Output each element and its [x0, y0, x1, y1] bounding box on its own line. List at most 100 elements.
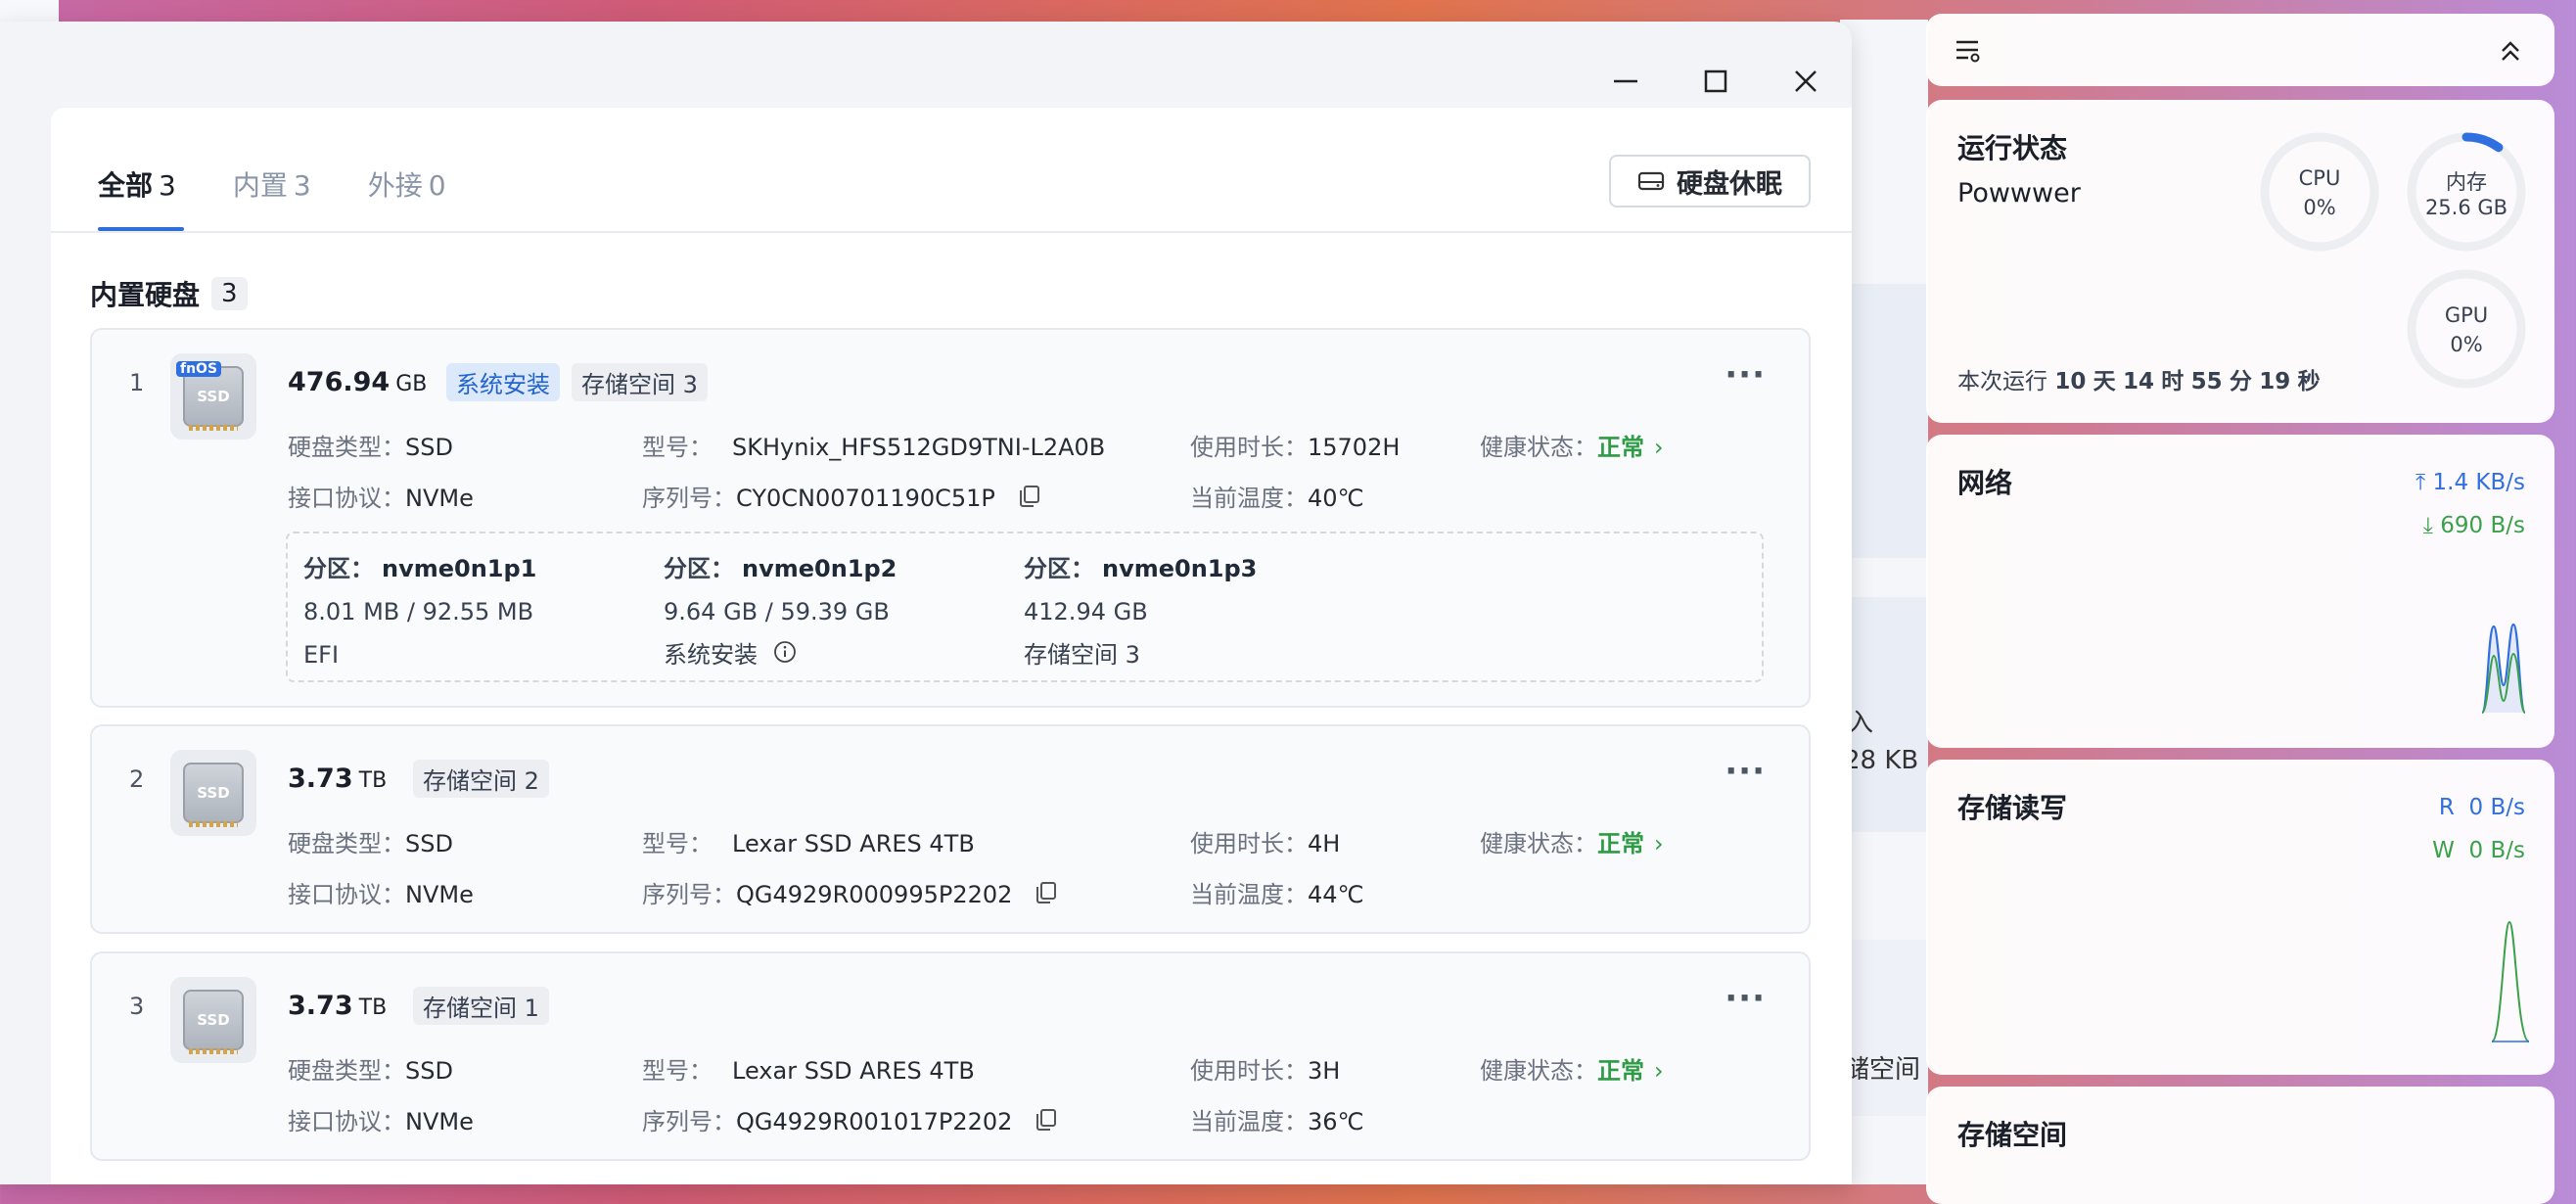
value: 15702H: [1308, 434, 1401, 461]
health-row[interactable]: 健康状态：正常 ›: [1480, 824, 1664, 858]
disk-index: 2: [129, 765, 145, 793]
chevron-right-icon[interactable]: ›: [1654, 830, 1664, 857]
label: 使用时长：: [1190, 1057, 1308, 1085]
ssd-icon-body: SSD: [183, 763, 244, 827]
value: SSD: [405, 830, 453, 857]
health-row[interactable]: 健康状态：正常 ›: [1480, 428, 1664, 462]
partition-item: 分区： nvme0n1p1 8.01 MB / 92.55 MB EFI: [303, 547, 536, 676]
copy-icon[interactable]: [1017, 484, 1042, 515]
disk-card[interactable]: 1 SSD fnOS 476.94 GB 系统安装 存储空间 3 ··· 硬盘类型…: [90, 328, 1811, 708]
disk-sleep-button[interactable]: 硬盘休眠: [1609, 155, 1811, 208]
value: NVMe: [405, 1108, 474, 1135]
chevron-right-icon[interactable]: ›: [1654, 434, 1664, 461]
label: 硬盘类型：: [288, 434, 405, 461]
value: 36℃: [1308, 1108, 1364, 1135]
cpu-label: CPU: [2298, 166, 2341, 190]
disk-card[interactable]: 2 SSD 3.73 TB 存储空间 2 ··· 硬盘类型：SSD 型号： Lexa…: [90, 724, 1811, 934]
network-widget[interactable]: 网络 ⤒ 1.4 KB/s ⤓ 690 B/s: [1926, 435, 2554, 748]
storage-space-tag: 存储空间 3: [572, 363, 708, 401]
health-row[interactable]: 健康状态：正常 ›: [1480, 1051, 1664, 1086]
disk-capacity: 476.94 GB: [288, 367, 427, 397]
disk-type-row: 硬盘类型：SSD: [288, 1051, 453, 1086]
write-rate: W 0 B/s: [2432, 838, 2525, 863]
close-icon: [1795, 70, 1817, 92]
protocol-row: 接口协议：NVMe: [288, 479, 474, 513]
tab-internal[interactable]: 内置 3: [233, 108, 311, 231]
more-options-button[interactable]: ···: [1725, 355, 1766, 394]
storage-space-tag: 存储空间 2: [413, 760, 549, 798]
uptime-hours: 14: [2122, 369, 2154, 394]
value: SSD: [405, 1057, 453, 1085]
protocol-row: 接口协议：NVMe: [288, 1102, 474, 1136]
copy-icon[interactable]: [1034, 1107, 1059, 1138]
tab-external[interactable]: 外接 0: [368, 108, 446, 231]
minimize-button[interactable]: [1601, 57, 1650, 106]
ssd-icon: SSD: [170, 977, 256, 1063]
upload-rate: ⤒ 1.4 KB/s: [2415, 470, 2525, 495]
tab-count: 0: [428, 169, 446, 202]
value: Lexar SSD ARES 4TB: [732, 830, 975, 857]
chevron-right-icon[interactable]: ›: [1654, 1057, 1664, 1085]
capacity-value: 3.73: [288, 764, 353, 794]
storage-io-widget[interactable]: 存储读写 R 0 B/s W 0 B/s: [1926, 760, 2554, 1075]
disk-panel: 全部 3 内置 3 外接 0 硬盘休眠 内置硬盘 3 1 SSD fnOS 476.9…: [51, 108, 1852, 1184]
upload-value: 1.4 KB/s: [2432, 470, 2525, 495]
background-text: 28 KB: [1844, 746, 1919, 775]
partition-name: nvme0n1p3: [1102, 555, 1258, 582]
read-label: R: [2438, 795, 2455, 820]
filter-menu-icon[interactable]: [1954, 37, 1983, 69]
cpu-value: 0%: [2303, 196, 2336, 219]
label: 使用时长：: [1190, 434, 1308, 461]
value: 3H: [1308, 1057, 1341, 1085]
partition-use: 系统安装: [664, 641, 758, 669]
ssd-icon: SSD fnOS: [170, 353, 256, 440]
label: 序列号：: [642, 1108, 736, 1135]
disk-type-row: 硬盘类型：SSD: [288, 824, 453, 858]
unit-day: 天: [2093, 369, 2116, 394]
section-title-text: 内置硬盘: [90, 279, 201, 311]
uptime-row: 使用时长：15702H: [1190, 428, 1400, 462]
network-title: 网络: [1957, 467, 2013, 499]
tab-count: 3: [293, 169, 311, 202]
tab-count: 3: [159, 169, 176, 202]
tab-all[interactable]: 全部 3: [98, 108, 184, 231]
label: 序列号：: [642, 881, 736, 908]
maximize-icon: [1704, 69, 1727, 93]
close-button[interactable]: [1781, 57, 1830, 106]
fnos-badge: fnOS: [176, 361, 222, 377]
health-status: 正常: [1597, 830, 1644, 857]
storage-space-title: 存储空间: [1957, 1119, 2068, 1151]
protocol-row: 接口协议：NVMe: [288, 875, 474, 909]
disk-index: 1: [129, 369, 145, 396]
value: QG4929R000995P2202: [736, 881, 1013, 908]
copy-icon[interactable]: [1034, 880, 1059, 911]
memory-label: 内存: [2446, 170, 2487, 194]
disk-manager-window: 全部 3 内置 3 外接 0 硬盘休眠 内置硬盘 3 1 SSD fnOS 476.9…: [0, 22, 1852, 1184]
widget-toolbar: [1926, 14, 2554, 86]
more-options-button[interactable]: ···: [1725, 979, 1766, 1018]
capacity-unit: TB: [358, 996, 388, 1020]
storage-space-widget[interactable]: 存储空间: [1926, 1087, 2554, 1204]
partition-name: nvme0n1p2: [742, 555, 897, 582]
model-row: 型号： Lexar SSD ARES 4TB: [642, 824, 975, 858]
collapse-icon[interactable]: [2498, 37, 2523, 69]
value: 40℃: [1308, 485, 1364, 512]
more-options-button[interactable]: ···: [1725, 752, 1766, 791]
read-value: 0 B/s: [2468, 795, 2525, 820]
info-icon[interactable]: [773, 634, 797, 677]
label: 硬盘类型：: [288, 1057, 405, 1085]
tab-label: 外接: [367, 169, 423, 202]
disk-capacity: 3.73 TB: [288, 764, 387, 794]
tab-label: 全部: [98, 169, 154, 202]
serial-row: 序列号：QG4929R001017P2202: [642, 1102, 1059, 1138]
health-status: 正常: [1597, 434, 1644, 461]
disk-card[interactable]: 3 SSD 3.73 TB 存储空间 1 ··· 硬盘类型：SSD 型号： Lexa…: [90, 951, 1811, 1161]
model-row: 型号： Lexar SSD ARES 4TB: [642, 1051, 975, 1086]
memory-gauge: 内存 25.6 GB: [2406, 131, 2527, 253]
partition-item: 分区： nvme0n1p2 9.64 GB / 59.39 GB 系统安装: [664, 547, 897, 677]
label: 分区：: [1024, 555, 1094, 582]
partition-size: 8.01 MB / 92.55 MB: [303, 598, 534, 625]
maximize-button[interactable]: [1691, 57, 1740, 106]
label: 分区：: [303, 555, 374, 582]
status-widget[interactable]: 运行状态 Powwwer CPU 0% 内存 25.6 GB GPU 0% 本次…: [1926, 100, 2554, 423]
